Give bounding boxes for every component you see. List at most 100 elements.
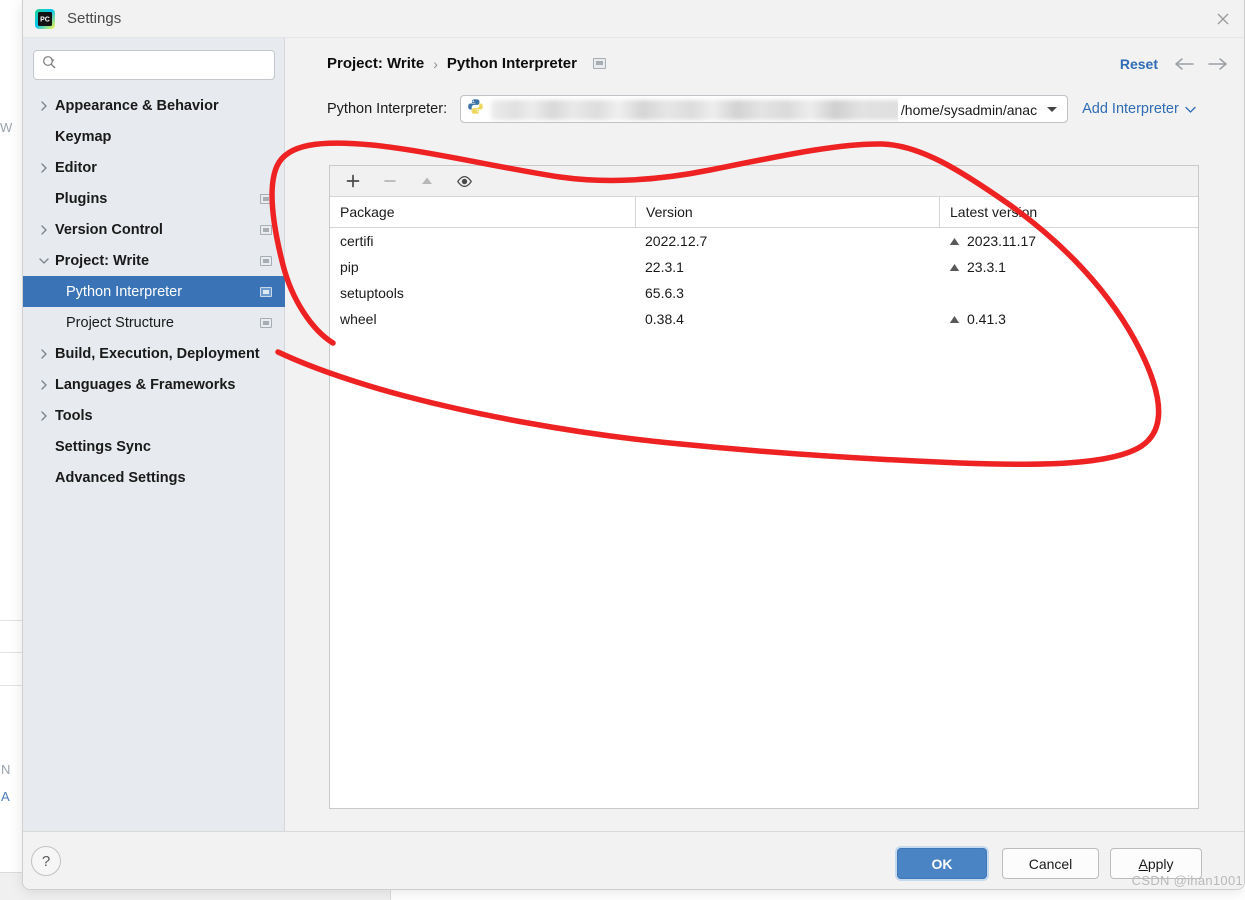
sidebar-item-appearance-behavior[interactable]: Appearance & Behavior xyxy=(23,90,285,121)
interpreter-dropdown[interactable]: /home/sysadmin/anac xyxy=(460,95,1069,123)
cell-version: 0.38.4 xyxy=(645,311,684,327)
bg-divider xyxy=(0,652,22,653)
settings-sidebar: Appearance & Behavior Keymap Editor Plugins… xyxy=(23,38,285,831)
sidebar-item-label: Plugins xyxy=(55,190,108,207)
sidebar-item-label: Project: Write xyxy=(55,252,150,269)
sidebar-item-python-interpreter[interactable]: Python Interpreter xyxy=(23,276,285,307)
settings-dialog: PC Settings Appearance & Behavior Keymap… xyxy=(22,0,1245,890)
eye-icon[interactable] xyxy=(453,170,475,192)
sidebar-item-label: Languages & Frameworks xyxy=(55,376,236,393)
sidebar-item-version-control[interactable]: Version Control xyxy=(23,214,285,245)
bg-text-fragment: A xyxy=(1,789,10,804)
chevron-right-icon[interactable] xyxy=(33,348,55,359)
cell-package: certifi xyxy=(340,233,374,249)
sidebar-item-label: Advanced Settings xyxy=(55,469,186,486)
cell-latest-version: 23.3.1 xyxy=(939,254,1198,280)
sidebar-item-keymap[interactable]: Keymap xyxy=(23,121,285,152)
sidebar-item-languages-frameworks[interactable]: Languages & Frameworks xyxy=(23,369,285,400)
cell-latest-version: 0.41.3 xyxy=(939,306,1198,332)
sidebar-item-tools[interactable]: Tools xyxy=(23,400,285,431)
upgrade-available-icon[interactable] xyxy=(949,311,960,327)
cell-latest-version xyxy=(939,280,1198,306)
apply-button-label: Apply xyxy=(1138,855,1174,872)
upgrade-available-icon[interactable] xyxy=(949,259,960,275)
chevron-right-icon[interactable] xyxy=(33,162,55,173)
interpreter-label: Python Interpreter: xyxy=(327,101,448,117)
project-scope-badge-icon xyxy=(592,58,606,69)
search-icon xyxy=(42,55,57,75)
arrow-left-icon[interactable] xyxy=(1172,54,1196,74)
search-input[interactable] xyxy=(63,56,263,74)
sidebar-item-label: Keymap xyxy=(55,128,112,145)
chevron-right-icon[interactable] xyxy=(33,224,55,235)
chevron-down-icon[interactable] xyxy=(33,256,55,266)
sidebar-item-label: Tools xyxy=(55,407,93,424)
sidebar-item-label: Appearance & Behavior xyxy=(55,97,219,114)
search-container xyxy=(23,50,285,82)
cell-version: 2022.12.7 xyxy=(645,233,708,249)
chevron-down-icon xyxy=(1185,101,1196,117)
column-header-latest-version[interactable]: Latest version xyxy=(939,197,1198,227)
upgrade-package-button[interactable] xyxy=(416,170,438,192)
cancel-button[interactable]: Cancel xyxy=(1002,848,1099,879)
dialog-footer: ? OK Cancel Apply CSDN @ihan1001 xyxy=(23,831,1244,889)
sidebar-item-label: Settings Sync xyxy=(55,438,151,455)
sidebar-item-editor[interactable]: Editor xyxy=(23,152,285,183)
interpreter-path: /home/sysadmin/anac xyxy=(897,99,1038,121)
bg-divider xyxy=(0,620,22,621)
add-package-button[interactable] xyxy=(342,170,364,192)
project-scope-badge-icon xyxy=(260,255,272,266)
column-header-package[interactable]: Package xyxy=(330,197,635,227)
packages-toolbar xyxy=(330,166,1198,197)
help-button[interactable]: ? xyxy=(31,846,61,876)
interpreter-path-redacted xyxy=(491,100,902,120)
sidebar-item-label: Version Control xyxy=(55,221,163,238)
remove-package-button[interactable] xyxy=(379,170,401,192)
add-interpreter-label: Add Interpreter xyxy=(1082,101,1179,117)
interpreter-row: Python Interpreter: /home/sysadmin/anac xyxy=(327,94,1232,124)
ok-button[interactable]: OK xyxy=(897,848,987,879)
chevron-right-icon[interactable] xyxy=(33,379,55,390)
chevron-down-icon[interactable] xyxy=(1046,100,1058,118)
close-icon[interactable] xyxy=(1200,0,1244,37)
sidebar-item-project-structure[interactable]: Project Structure xyxy=(23,307,285,338)
sidebar-item-label: Python Interpreter xyxy=(66,283,183,300)
upgrade-available-icon[interactable] xyxy=(949,233,960,249)
table-row[interactable]: pip 22.3.1 23.3.1 xyxy=(330,254,1198,280)
sidebar-item-label: Editor xyxy=(55,159,97,176)
bg-text-fragment: N xyxy=(1,762,11,777)
bg-divider xyxy=(0,685,22,686)
chevron-right-icon[interactable] xyxy=(33,410,55,421)
packages-table: Package Version Latest version certifi 20… xyxy=(330,197,1198,332)
python-icon xyxy=(467,98,484,120)
packages-table-header: Package Version Latest version xyxy=(330,197,1198,228)
cell-package: pip xyxy=(340,259,359,275)
sidebar-item-plugins[interactable]: Plugins xyxy=(23,183,285,214)
dialog-title: Settings xyxy=(67,10,122,27)
latest-version-text: 2023.11.17 xyxy=(967,233,1037,249)
reset-button[interactable]: Reset xyxy=(1120,56,1158,72)
chevron-right-icon[interactable] xyxy=(33,100,55,111)
search-box[interactable] xyxy=(33,50,275,80)
latest-version-text: 23.3.1 xyxy=(967,259,1006,275)
settings-tree: Appearance & Behavior Keymap Editor Plugins… xyxy=(23,90,285,493)
cell-version: 65.6.3 xyxy=(645,285,684,301)
table-row[interactable]: setuptools 65.6.3 xyxy=(330,280,1198,306)
add-interpreter-button[interactable]: Add Interpreter xyxy=(1082,101,1196,117)
settings-content-pane: Project: Write › Python Interpreter Rese… xyxy=(285,38,1244,831)
breadcrumb-root[interactable]: Project: Write xyxy=(327,55,424,72)
cell-latest-version: 2023.11.17 xyxy=(939,228,1198,254)
table-row[interactable]: certifi 2022.12.7 2023.11.17 xyxy=(330,228,1198,254)
sidebar-item-advanced-settings[interactable]: Advanced Settings xyxy=(23,462,285,493)
sidebar-item-project-write[interactable]: Project: Write xyxy=(23,245,285,276)
sidebar-item-label: Project Structure xyxy=(66,314,174,331)
arrow-right-icon[interactable] xyxy=(1206,54,1230,74)
sidebar-item-build-execution-deployment[interactable]: Build, Execution, Deployment xyxy=(23,338,285,369)
table-row[interactable]: wheel 0.38.4 0.41.3 xyxy=(330,306,1198,332)
project-scope-badge-icon xyxy=(260,286,272,297)
breadcrumb-separator: › xyxy=(433,55,438,72)
cell-package: setuptools xyxy=(340,285,404,301)
sidebar-item-settings-sync[interactable]: Settings Sync xyxy=(23,431,285,462)
column-header-version[interactable]: Version xyxy=(635,197,939,227)
sidebar-item-label: Build, Execution, Deployment xyxy=(55,345,260,362)
